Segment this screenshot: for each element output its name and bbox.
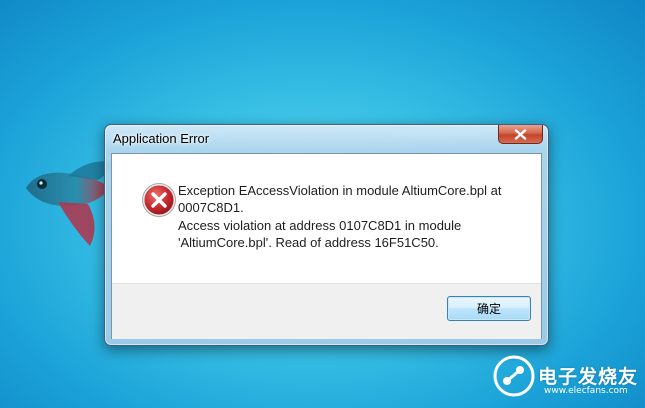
watermark-logo: 电子发烧友 www.elecfans.com <box>492 352 642 400</box>
error-icon <box>142 183 176 217</box>
ok-button[interactable]: 确定 <box>447 296 531 321</box>
button-bar: 确定 <box>112 283 541 339</box>
error-message-line: Access violation at address 0107C8D1 in … <box>178 217 462 233</box>
watermark-url: www.elecfans.com <box>544 386 628 396</box>
dialog-title: Application Error <box>113 131 210 146</box>
dialog-client-area: Exception EAccessViolation in module Alt… <box>111 153 542 339</box>
close-button[interactable] <box>498 125 543 144</box>
error-message-line: 'AltiumCore.bpl'. Read of address 16F51C… <box>178 234 439 250</box>
error-message-line: 0007C8D1. <box>178 200 244 216</box>
close-icon <box>514 128 527 140</box>
logo-icon <box>493 355 535 397</box>
watermark-text: 电子发烧友 <box>538 366 639 388</box>
error-message-line: Exception EAccessViolation in module Alt… <box>178 183 502 198</box>
application-error-dialog: Application Error Exception EAccessViola… <box>104 124 549 346</box>
error-message: Exception EAccessViolation in module Alt… <box>178 182 533 251</box>
message-area: Exception EAccessViolation in module Alt… <box>112 154 541 283</box>
